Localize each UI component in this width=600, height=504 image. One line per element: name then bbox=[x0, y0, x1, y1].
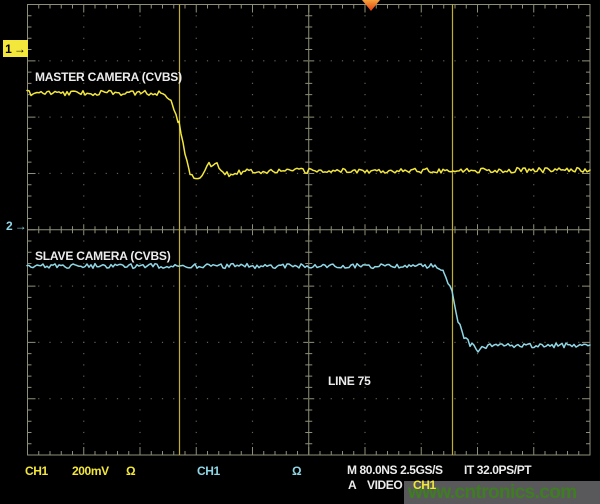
right-arrow-icon: → bbox=[15, 219, 27, 233]
timebase-readout: M 80.0NS 2.5GS/S bbox=[347, 463, 443, 477]
sampling-readout: IT 32.0PS/PT bbox=[464, 463, 531, 477]
trigger-type-readout: VIDEO bbox=[367, 478, 402, 492]
trigger-source-readout: CH1 bbox=[413, 478, 436, 492]
ch2-ground-marker: 2→ bbox=[6, 219, 27, 233]
slave-trace-label: SLAVE CAMERA (CVBS) bbox=[35, 249, 171, 263]
ch1-ground-marker: 1→ bbox=[3, 40, 28, 57]
video-line-label: LINE 75 bbox=[328, 374, 371, 388]
ch2-readout-name: CH1 bbox=[197, 464, 220, 478]
master-trace-label: MASTER CAMERA (CVBS) bbox=[35, 70, 182, 84]
ch1-readout-scale: 200mV bbox=[72, 464, 109, 478]
ch2-marker-label: 2 bbox=[6, 219, 13, 233]
ch1-coupling-icon: Ω bbox=[126, 464, 135, 478]
ch2-coupling-icon: Ω bbox=[292, 464, 301, 478]
oscilloscope-screen: 1→ 2→ MASTER CAMERA (CVBS) SLAVE CAMERA … bbox=[0, 0, 600, 504]
ch1-readout-name: CH1 bbox=[25, 464, 48, 478]
trigger-a-readout: A bbox=[348, 478, 356, 492]
right-arrow-icon: → bbox=[14, 42, 26, 56]
ch1-marker-label: 1 bbox=[5, 42, 12, 56]
